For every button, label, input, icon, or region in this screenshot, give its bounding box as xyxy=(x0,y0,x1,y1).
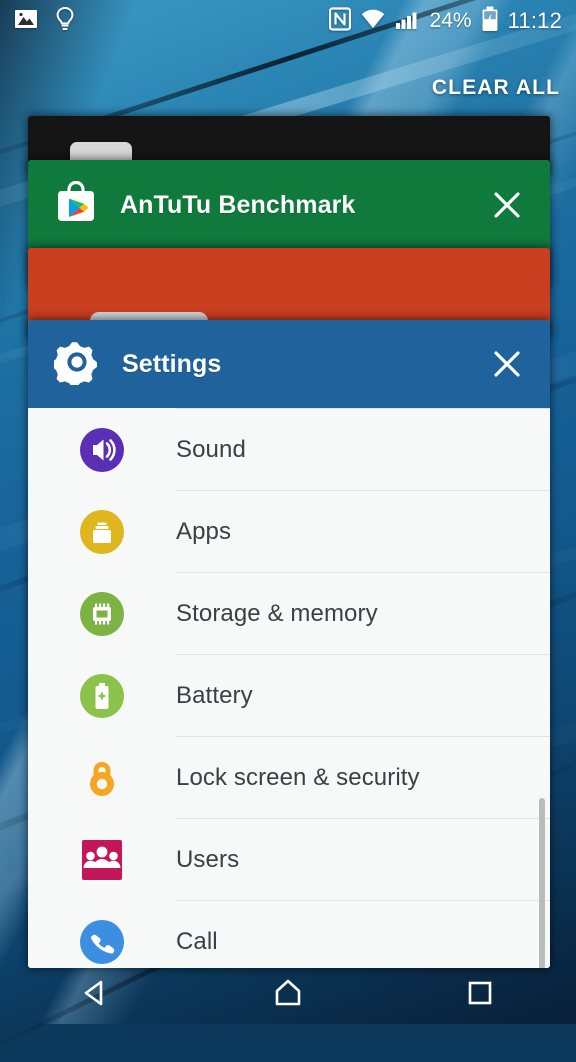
volume-icon xyxy=(76,424,128,476)
home-button[interactable] xyxy=(250,962,326,1024)
phone-icon xyxy=(76,916,128,968)
play-store-icon xyxy=(54,181,98,230)
back-button[interactable] xyxy=(58,962,134,1024)
card-app-title: AnTuTu Benchmark xyxy=(120,191,355,220)
settings-item-storage[interactable]: Storage & memory xyxy=(28,573,550,654)
scrollbar[interactable] xyxy=(539,798,545,968)
settings-item-users[interactable]: Users xyxy=(28,819,550,900)
card-header-antutu: AnTuTu Benchmark xyxy=(28,160,550,250)
close-icon[interactable] xyxy=(490,347,524,381)
lock-icon xyxy=(76,752,128,804)
settings-item-label: Lock screen & security xyxy=(176,764,420,792)
settings-item-label: Battery xyxy=(176,682,253,710)
settings-item-label: Users xyxy=(176,846,239,874)
recents-card-stack[interactable]: AnTuTu Benchmark Settings xyxy=(28,0,550,1024)
chip-icon xyxy=(76,588,128,640)
users-icon xyxy=(76,834,128,886)
settings-list[interactable]: Sound Apps xyxy=(28,408,550,968)
settings-item-apps[interactable]: Apps xyxy=(28,491,550,572)
gear-icon xyxy=(54,339,100,390)
battery-icon xyxy=(76,670,128,722)
settings-item-call[interactable]: Call xyxy=(28,901,550,968)
recents-button[interactable] xyxy=(442,962,518,1024)
settings-item-sound[interactable]: Sound xyxy=(28,409,550,490)
recent-card-settings[interactable]: Settings Sound xyxy=(28,320,550,968)
card-app-title: Settings xyxy=(122,350,221,379)
close-icon[interactable] xyxy=(490,188,524,222)
card-header-settings: Settings xyxy=(28,320,550,408)
settings-item-label: Call xyxy=(176,928,218,956)
settings-item-lock-screen-security[interactable]: Lock screen & security xyxy=(28,737,550,818)
settings-item-label: Sound xyxy=(176,436,246,464)
settings-item-battery[interactable]: Battery xyxy=(28,655,550,736)
navigation-bar xyxy=(0,962,576,1024)
apps-box-icon xyxy=(76,506,128,558)
settings-item-label: Apps xyxy=(176,518,231,546)
settings-item-label: Storage & memory xyxy=(176,600,378,628)
